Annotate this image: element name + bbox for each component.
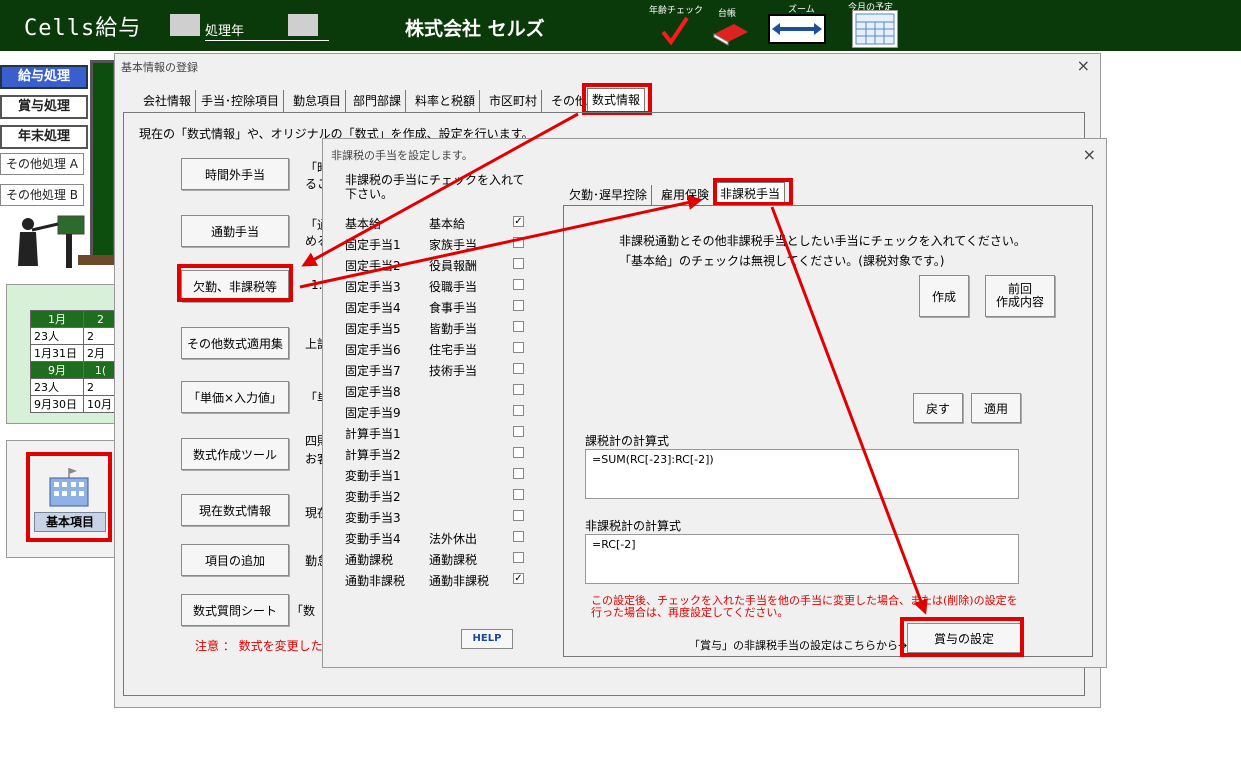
arrow-tab-to-bonus bbox=[770, 206, 928, 615]
arrow-tab-to-button bbox=[301, 112, 579, 267]
annotation-arrows bbox=[299, 112, 928, 615]
arrow-button-to-tab bbox=[299, 195, 703, 289]
